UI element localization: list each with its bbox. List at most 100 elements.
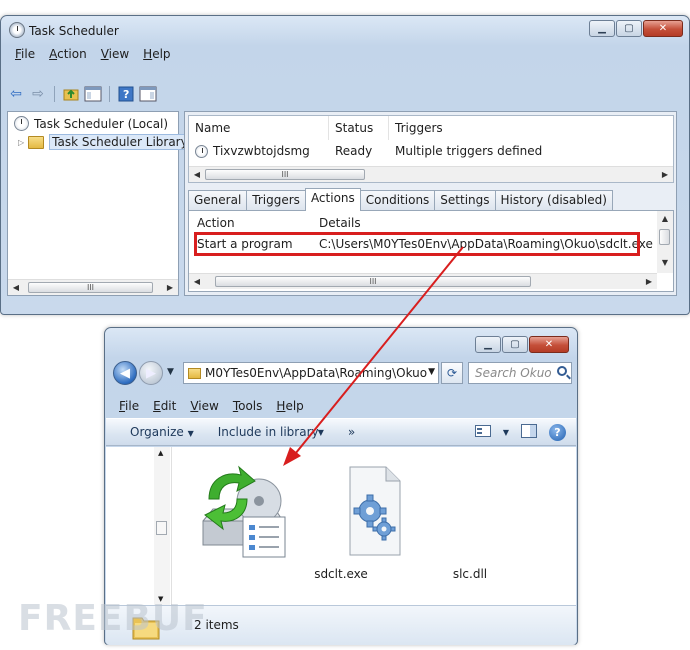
scroll-thumb[interactable]: III <box>205 169 365 180</box>
help-icon[interactable]: ? <box>549 424 566 441</box>
change-view-icon[interactable] <box>474 425 491 440</box>
back-arrow-icon: ◀ <box>120 365 130 381</box>
task-pane: Name Status Triggers Tixvzwbtojdsmg Read… <box>184 111 677 296</box>
explorer-title-bar: ▁ ▢ ✕ <box>105 328 577 356</box>
chevron-down-icon[interactable]: ▼ <box>318 428 324 437</box>
title-bar: Task Scheduler ▁ ▢ ✕ <box>1 16 689 44</box>
menu-view[interactable]: View <box>190 399 218 413</box>
expand-triangle-icon[interactable]: ▷ <box>18 138 24 147</box>
task-scheduler-app-icon <box>9 22 25 38</box>
tab-triggers[interactable]: Triggers <box>246 190 306 210</box>
chevron-down-icon: ▼ <box>187 429 194 438</box>
address-row: ◀ ▶ ▼ M0YTes0Env\AppData\Roaming\Okuo ▼ … <box>111 359 572 387</box>
scroll-right-arrow-icon[interactable]: ▶ <box>162 280 178 296</box>
scroll-right-arrow-icon[interactable]: ▶ <box>657 167 673 183</box>
up-folder-icon[interactable] <box>62 85 80 103</box>
organize-label: Organize <box>130 425 184 439</box>
tree-library-label: Task Scheduler Library <box>49 134 191 150</box>
status-bar <box>7 300 683 310</box>
column-header-status[interactable]: Status <box>329 116 389 140</box>
scroll-thumb[interactable] <box>659 229 670 245</box>
menu-action[interactable]: Action <box>49 47 87 61</box>
dll-file-icon <box>349 466 401 556</box>
forward-arrow-icon[interactable]: ⇨ <box>29 85 47 103</box>
close-button[interactable]: ✕ <box>643 20 683 37</box>
minimize-button[interactable]: ▁ <box>589 20 615 37</box>
watermark: FREEBUF <box>18 598 208 639</box>
address-bar[interactable]: M0YTes0Env\AppData\Roaming\Okuo ▼ <box>183 362 439 384</box>
scroll-left-arrow-icon[interactable]: ◀ <box>8 280 24 296</box>
preview-pane-icon[interactable] <box>521 424 537 441</box>
organize-button[interactable]: Organize ▼ <box>130 425 194 439</box>
scroll-up-arrow-icon[interactable]: ▲ <box>657 211 673 227</box>
action-pane-icon[interactable] <box>139 85 157 103</box>
task-list-horizontal-scrollbar[interactable]: ◀ III ▶ <box>189 166 673 182</box>
tab-general[interactable]: General <box>188 190 248 210</box>
refresh-icon: ⟳ <box>446 366 458 380</box>
back-arrow-icon[interactable]: ⇦ <box>7 85 25 103</box>
forward-button[interactable]: ▶ <box>139 361 163 385</box>
menu-file[interactable]: File <box>119 399 139 413</box>
task-name: Tixvzwbtojdsmg <box>213 144 310 158</box>
actions-horizontal-scrollbar[interactable]: ◀ III ▶ <box>189 273 657 289</box>
column-header-details[interactable]: Details <box>319 213 361 233</box>
search-placeholder: Search Okuo <box>475 366 552 380</box>
scroll-thumb[interactable] <box>156 521 167 535</box>
sdclt-exe-icon <box>202 465 286 558</box>
folder-clock-icon <box>28 135 45 149</box>
search-input[interactable]: Search Okuo <box>468 362 572 384</box>
menu-help[interactable]: Help <box>143 47 170 61</box>
clock-icon <box>14 116 29 131</box>
tree-item-library[interactable]: ▷ Task Scheduler Library <box>18 134 191 150</box>
include-label: Include in library <box>217 425 319 439</box>
menu-bar: File Action View Help <box>7 44 683 64</box>
task-tabs: General Triggers Actions Conditions Sett… <box>188 188 613 211</box>
folder-icon <box>188 367 201 379</box>
tab-conditions[interactable]: Conditions <box>359 190 436 210</box>
show-hide-console-tree-icon[interactable] <box>84 85 102 103</box>
more-commands-button[interactable]: » <box>348 425 355 439</box>
menu-edit[interactable]: Edit <box>153 399 176 413</box>
tab-actions[interactable]: Actions <box>304 188 361 211</box>
menu-file[interactable]: File <box>15 47 35 61</box>
file-item-slc[interactable]: slc.dll <box>320 459 487 584</box>
search-icon[interactable] <box>557 366 567 376</box>
back-button[interactable]: ◀ <box>113 361 137 385</box>
maximize-button[interactable]: ▢ <box>502 336 528 353</box>
view-options-dropdown-icon[interactable]: ▼ <box>503 428 509 437</box>
tree-horizontal-scrollbar[interactable]: ◀ III ▶ <box>8 279 178 295</box>
column-header-triggers[interactable]: Triggers <box>389 116 673 140</box>
scroll-left-arrow-icon[interactable]: ◀ <box>189 274 205 290</box>
maximize-button[interactable]: ▢ <box>616 20 642 37</box>
scroll-thumb[interactable]: III <box>28 282 153 293</box>
scroll-left-arrow-icon[interactable]: ◀ <box>189 167 205 183</box>
scroll-down-arrow-icon[interactable]: ▼ <box>657 255 673 271</box>
tab-history[interactable]: History (disabled) <box>494 190 613 210</box>
recent-pages-dropdown-icon[interactable]: ▼ <box>167 367 174 377</box>
scroll-right-arrow-icon[interactable]: ▶ <box>641 274 657 290</box>
tree-item-root[interactable]: Task Scheduler (Local) <box>14 116 168 131</box>
red-highlight-box <box>194 232 640 256</box>
navigation-scrollbar[interactable]: ▲ ▼ <box>154 447 170 605</box>
menu-tools[interactable]: Tools <box>233 399 263 413</box>
tab-settings[interactable]: Settings <box>434 190 496 210</box>
actions-vertical-scrollbar[interactable]: ▲ ▼ <box>657 211 673 273</box>
menu-help[interactable]: Help <box>276 399 303 413</box>
help-icon[interactable]: ? <box>117 85 135 103</box>
include-in-library-button[interactable]: Include in library <box>218 425 322 439</box>
scroll-thumb[interactable]: III <box>215 276 531 287</box>
column-header-name[interactable]: Name <box>189 116 329 140</box>
task-triggers: Multiple triggers defined <box>395 144 543 158</box>
column-header-action[interactable]: Action <box>197 213 235 233</box>
address-path: M0YTes0Env\AppData\Roaming\Okuo <box>205 366 428 380</box>
refresh-button[interactable]: ⟳ <box>441 362 463 384</box>
task-scheduler-window: Task Scheduler ▁ ▢ ✕ File Action View He… <box>0 15 690 315</box>
scroll-up-arrow-icon[interactable]: ▲ <box>158 449 163 457</box>
command-bar: Organize ▼ Include in library ▼ » ▼ ? <box>106 418 576 446</box>
minimize-button[interactable]: ▁ <box>475 336 501 353</box>
address-dropdown-icon[interactable]: ▼ <box>428 367 435 377</box>
close-button[interactable]: ✕ <box>529 336 569 353</box>
task-clock-icon <box>195 144 208 158</box>
menu-view[interactable]: View <box>101 47 129 61</box>
file-item-sdclt[interactable]: sdclt.exe <box>191 459 368 584</box>
